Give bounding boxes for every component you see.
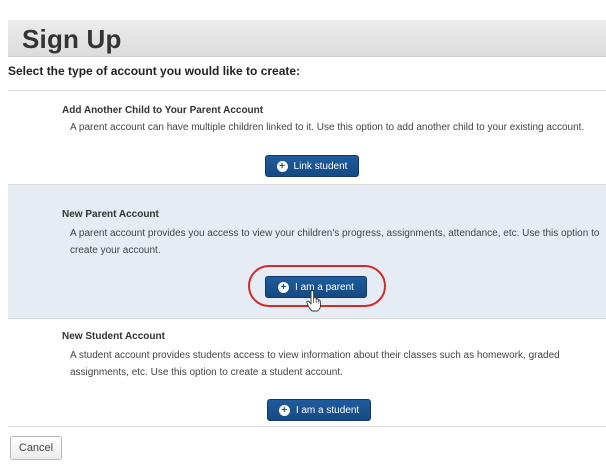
option-title: New Parent Account — [62, 209, 159, 220]
option-title: New Student Account — [62, 331, 165, 342]
option-description: A student account provides students acce… — [70, 350, 560, 378]
divider — [8, 426, 606, 427]
page-title: Sign Up — [22, 24, 122, 54]
link-student-button[interactable]: + Link student — [265, 155, 359, 177]
option-title: Add Another Child to Your Parent Account — [62, 105, 264, 116]
hand-cursor-icon — [306, 290, 321, 312]
option-description: A parent account provides you access to … — [70, 228, 600, 256]
option-panel-new-student: New Student Account A student account pr… — [8, 318, 606, 426]
plus-circle-icon: + — [278, 404, 290, 416]
button-label: I am a student — [295, 404, 360, 416]
cancel-button[interactable]: Cancel — [10, 436, 62, 460]
button-label: Link student — [293, 160, 348, 172]
option-panel-add-child: Add Another Child to Your Parent Account… — [8, 90, 606, 184]
i-am-a-student-button[interactable]: + I am a student — [267, 399, 371, 421]
top-bar — [0, 0, 606, 20]
page-header: Sign Up — [8, 20, 606, 57]
plus-circle-icon: + — [276, 160, 288, 172]
option-description: A parent account can have multiple child… — [70, 122, 585, 133]
page-subtitle: Select the type of account you would lik… — [8, 64, 301, 78]
